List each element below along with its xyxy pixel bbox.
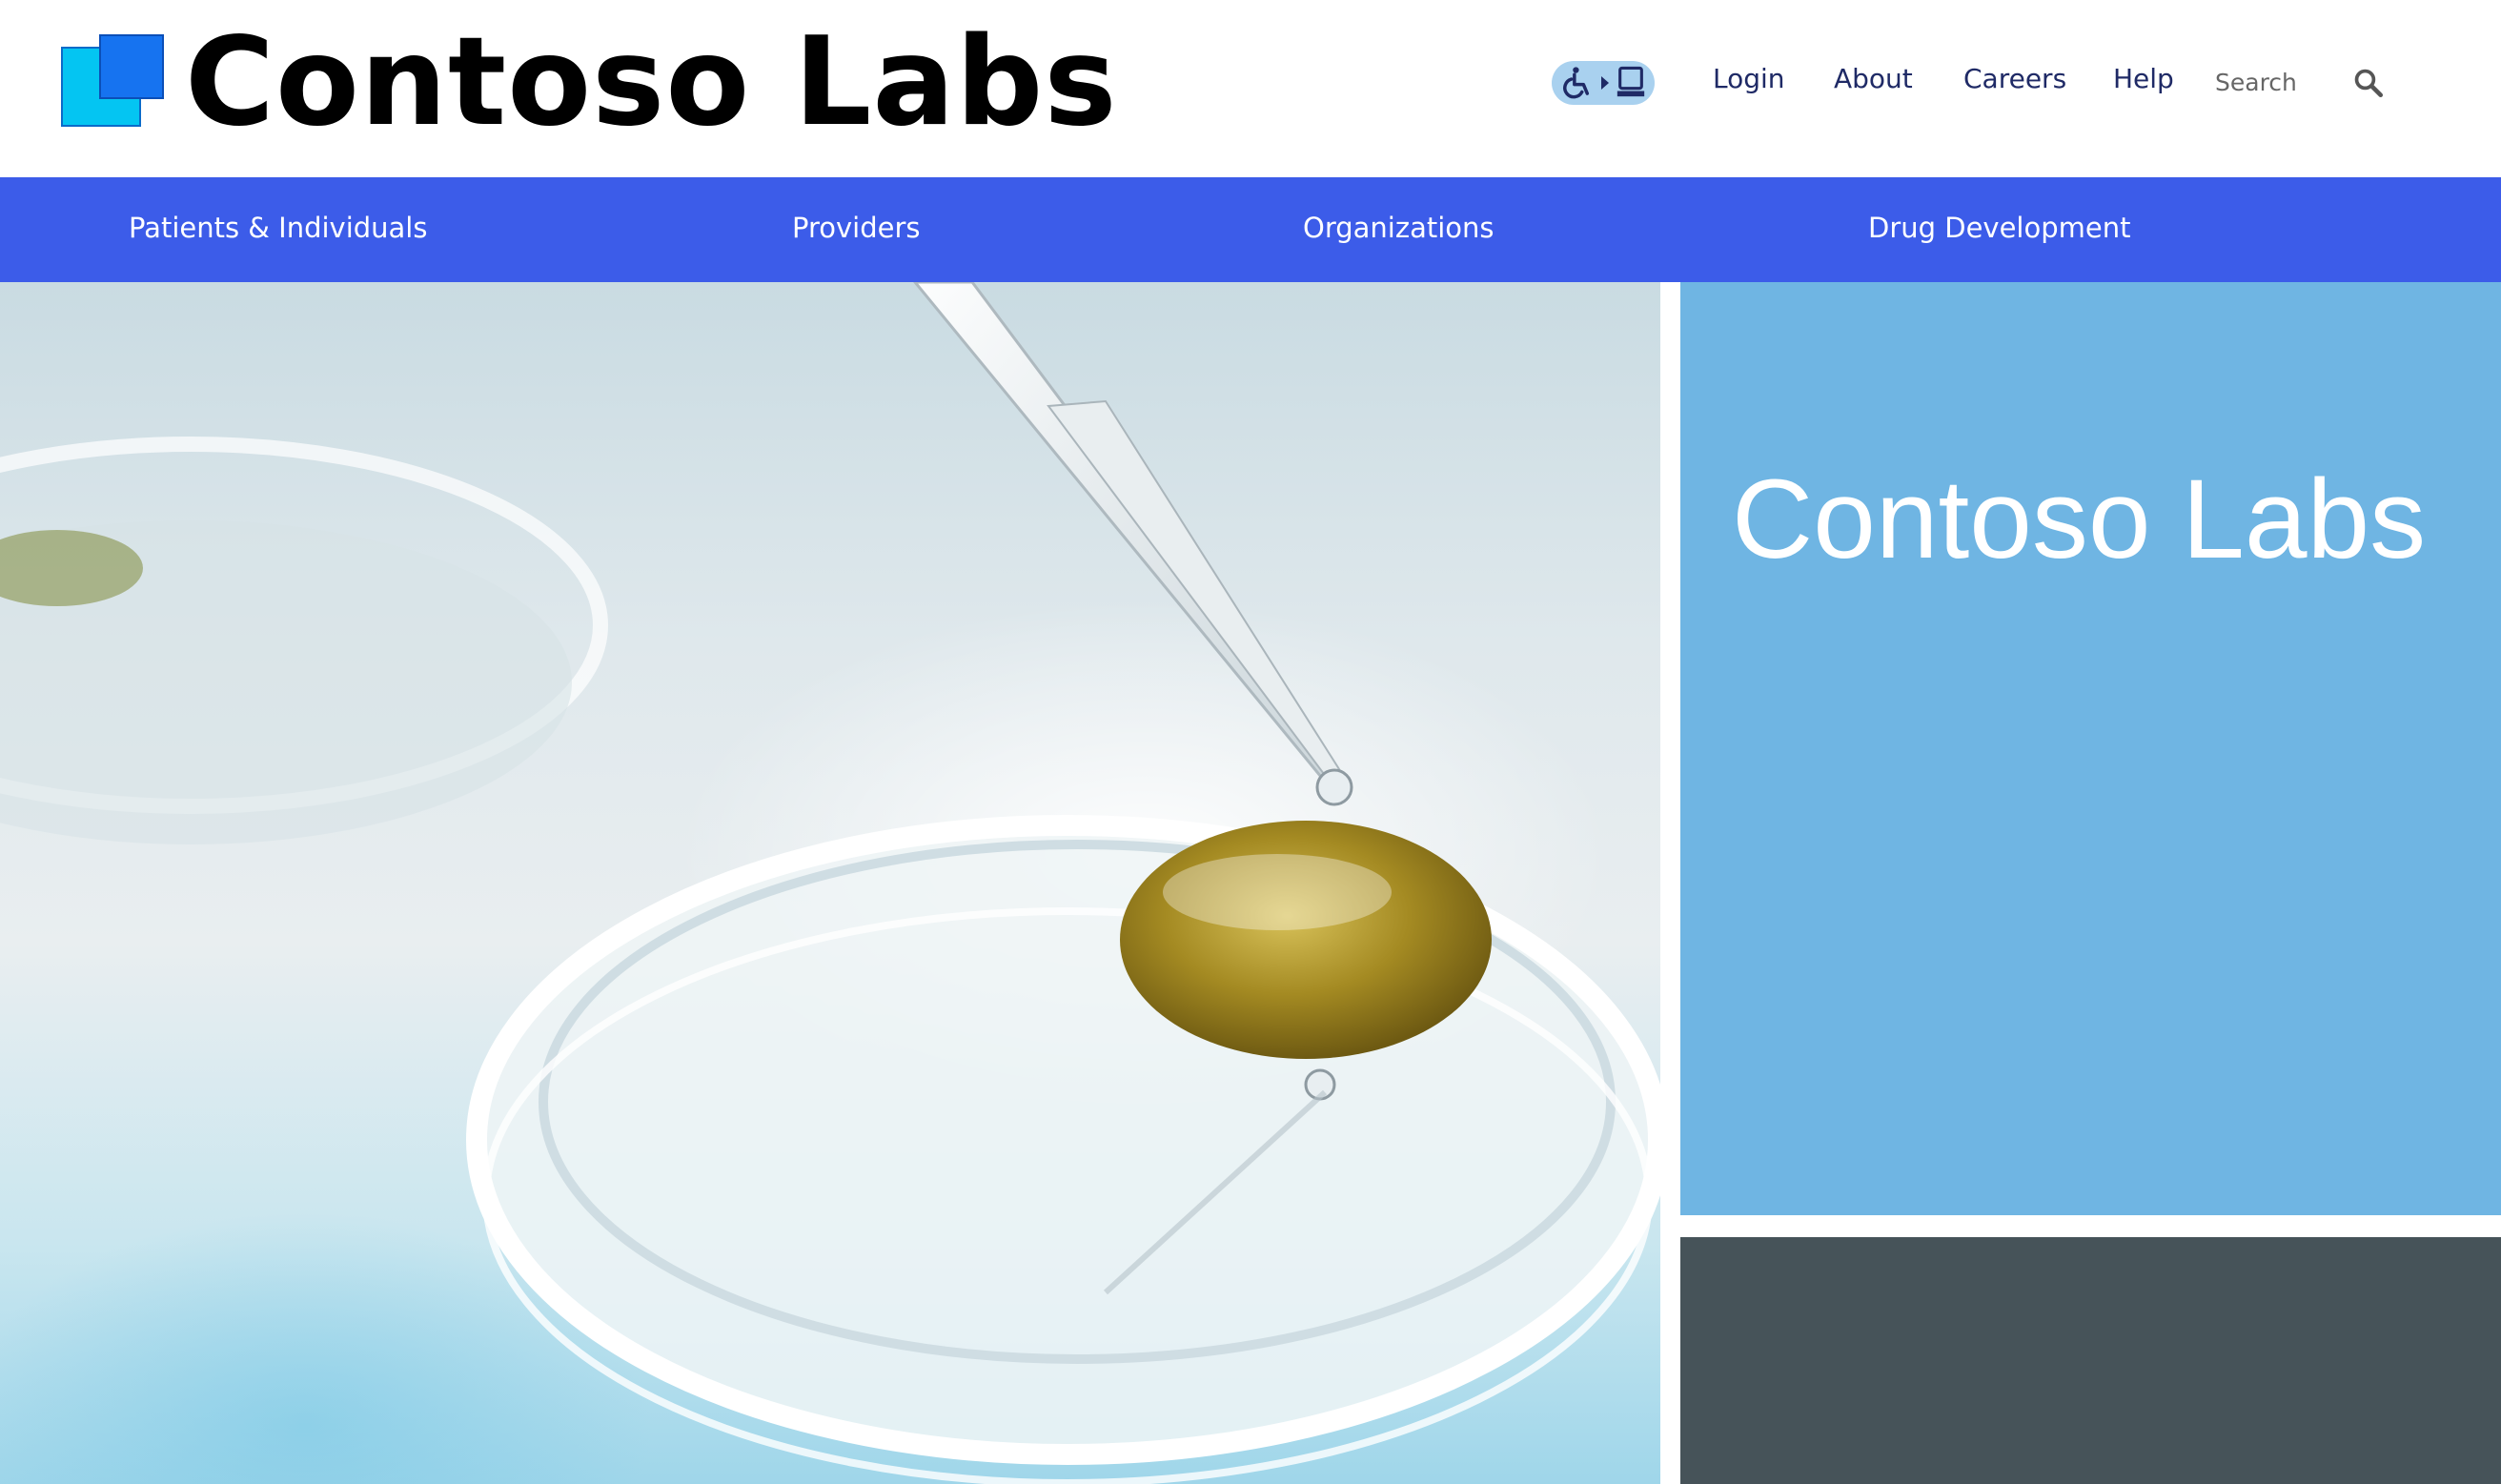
primary-nav: Patients & Individuals Providers Organiz… (0, 177, 2501, 282)
site-logo[interactable]: Contoso Labs (59, 21, 1118, 145)
site-header: Contoso Labs Login About Careers Help Se… (0, 0, 2501, 177)
search-icon[interactable] (2352, 67, 2385, 99)
about-link[interactable]: About (1834, 63, 1913, 94)
nav-item-patients-individuals[interactable]: Patients & Individuals (129, 212, 427, 244)
logo-mark-icon (59, 34, 164, 132)
help-link[interactable]: Help (2113, 63, 2174, 94)
secondary-panel (1680, 1237, 2501, 1484)
feature-title: Contoso Labs (1732, 457, 2427, 582)
brand-name: Contoso Labs (185, 11, 1118, 153)
accessibility-toggle[interactable] (1552, 61, 1655, 105)
petri-dish-illustration (0, 282, 1660, 1484)
feature-panel: Contoso Labs (1680, 282, 2501, 1215)
arrow-right-icon (1601, 76, 1609, 90)
nav-item-organizations[interactable]: Organizations (1303, 212, 1494, 244)
wheelchair-icon (1563, 67, 1590, 99)
nav-item-drug-development[interactable]: Drug Development (1868, 212, 2131, 244)
nav-item-providers[interactable]: Providers (792, 212, 921, 244)
careers-link[interactable]: Careers (1963, 63, 2066, 94)
search-input[interactable]: Search (2215, 69, 2297, 96)
hero-image (0, 282, 1660, 1484)
computer-icon (1616, 66, 1645, 97)
login-link[interactable]: Login (1713, 63, 1785, 94)
